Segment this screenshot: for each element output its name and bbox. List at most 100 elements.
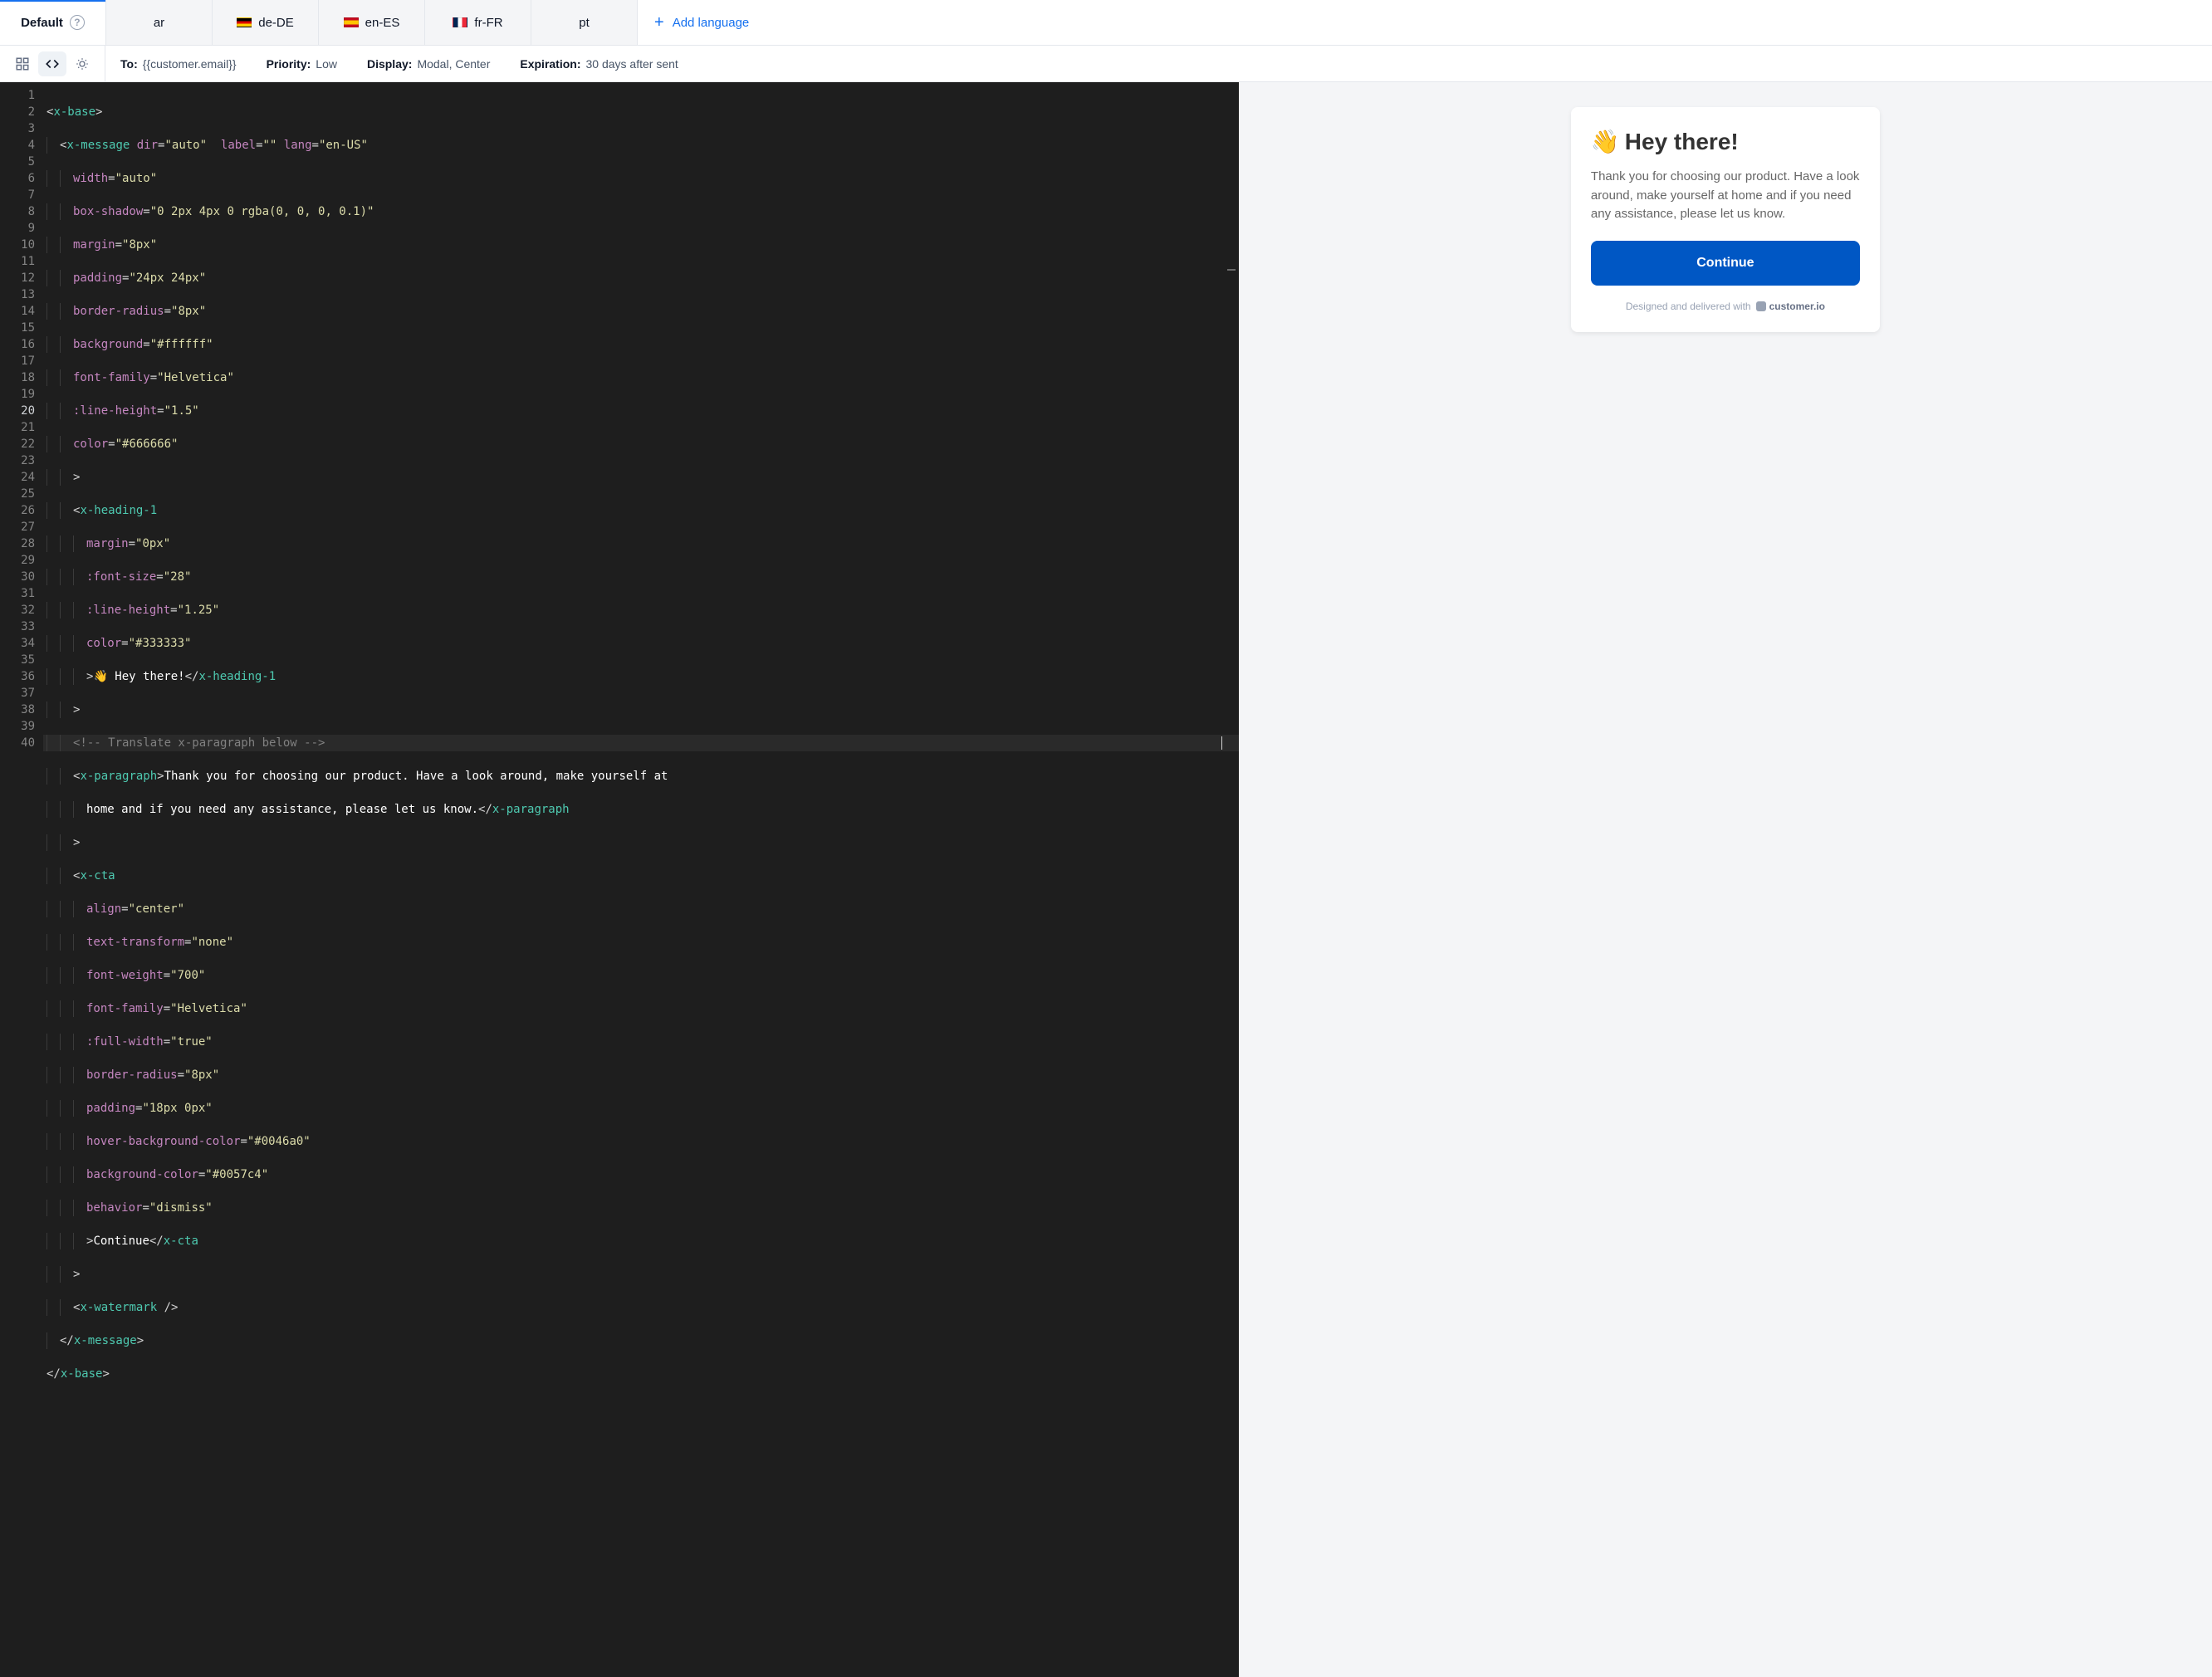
line-number: 32 [0,602,35,618]
help-icon[interactable]: ? [70,15,85,30]
t: "Helvetica" [157,371,234,384]
preview-pane: 👋 Hey there! Thank you for choosing our … [1239,82,2212,1677]
t: label [221,139,256,152]
t: x-base [61,1367,103,1381]
flag-de-icon [237,17,252,27]
t: = [143,205,149,218]
t: font-family [73,371,150,384]
line-number: 12 [0,270,35,286]
t: = [115,238,122,252]
t: = [164,305,171,318]
t: x-cta [80,869,115,883]
t: > [157,770,164,783]
t: behavior [86,1201,142,1215]
preview-body: Thank you for choosing our product. Have… [1591,168,1860,224]
view-switch [0,46,105,81]
tab-fr[interactable]: fr-FR [425,0,531,45]
line-number: 5 [0,154,35,170]
t: > [95,105,102,119]
t: = [129,537,135,550]
line-number: 23 [0,452,35,469]
t: Continue [93,1235,149,1248]
tb-to: To: {{customer.email}} [105,57,252,71]
tab-label: de-DE [258,16,294,30]
wave-emoji-icon: 👋 [1591,127,1620,156]
line-number: 26 [0,502,35,519]
view-ai-button[interactable] [68,51,96,76]
tab-pt[interactable]: pt [531,0,638,45]
expiration-label: Expiration: [520,57,580,71]
preview-card: 👋 Hey there! Thank you for choosing our … [1571,107,1880,332]
t: :full-width [86,1035,164,1049]
t: "#333333" [129,637,192,650]
t: 👋 Hey there! [93,670,184,683]
t: = [240,1135,247,1148]
t: "Helvetica" [170,1002,247,1015]
t: = [108,172,115,185]
t: = [108,438,115,451]
t: > [137,1334,144,1347]
t: "8px" [171,305,206,318]
tab-label: en-ES [365,16,400,30]
t: x-message [66,139,130,152]
t: :line-height [86,604,170,617]
line-number: 10 [0,237,35,253]
line-number: 24 [0,469,35,486]
t: "8px" [122,238,157,252]
t: align [86,902,121,916]
line-number: 40 [0,735,35,751]
t: "#666666" [115,438,179,451]
line-number: 19 [0,386,35,403]
priority-value: Low [316,57,337,71]
line-number: 13 [0,286,35,303]
line-number: 18 [0,369,35,386]
continue-button[interactable]: Continue [1591,241,1860,286]
t: "en-US" [319,139,368,152]
add-language-button[interactable]: + Add language [638,0,766,45]
t: border-radius [73,305,164,318]
tb-expiration: Expiration: 30 days after sent [505,57,692,71]
tab-es[interactable]: en-ES [319,0,425,45]
t: = [312,139,319,152]
line-number: 28 [0,535,35,552]
to-value: {{customer.email}} [143,57,237,71]
t: </ [185,670,199,683]
code-editor[interactable]: 1234567891011121314151617181920212223242… [0,82,1239,1677]
line-number: 36 [0,668,35,685]
line-number: 30 [0,569,35,585]
t: lang [284,139,312,152]
t: "#0046a0" [247,1135,311,1148]
t: :line-height [73,404,157,418]
t: x-watermark [80,1301,157,1314]
tb-display: Display: Modal, Center [352,57,505,71]
view-blocks-button[interactable] [8,51,37,76]
tab-ar[interactable]: ar [106,0,213,45]
tab-label: pt [579,16,590,30]
display-label: Display: [367,57,412,71]
main-split: 1234567891011121314151617181920212223242… [0,82,2212,1677]
t: = [178,1068,184,1082]
flag-es-icon [344,17,359,27]
t: color [73,438,108,451]
t: padding [86,1102,135,1115]
t: :font-size [86,570,156,584]
line-number: 15 [0,320,35,336]
line-number: 17 [0,353,35,369]
t: = [164,1002,170,1015]
tab-default[interactable]: Default ? [0,0,106,45]
t: = [256,139,262,152]
t: "dismiss" [149,1201,213,1215]
t: = [170,604,177,617]
code-body[interactable]: <x-base> <x-message dir="auto" label="" … [43,82,1239,1677]
t: "auto" [115,172,158,185]
app-root: Default ? ar de-DE en-ES fr-FR pt + Add … [0,0,2212,1677]
view-code-button[interactable] [38,51,66,76]
line-number: 7 [0,187,35,203]
t: > [102,1367,109,1381]
t: "1.5" [164,404,199,418]
expiration-value: 30 days after sent [586,57,678,71]
t: "#0057c4" [205,1168,268,1181]
line-number: 37 [0,685,35,702]
tab-de[interactable]: de-DE [213,0,319,45]
t: = [164,1035,170,1049]
